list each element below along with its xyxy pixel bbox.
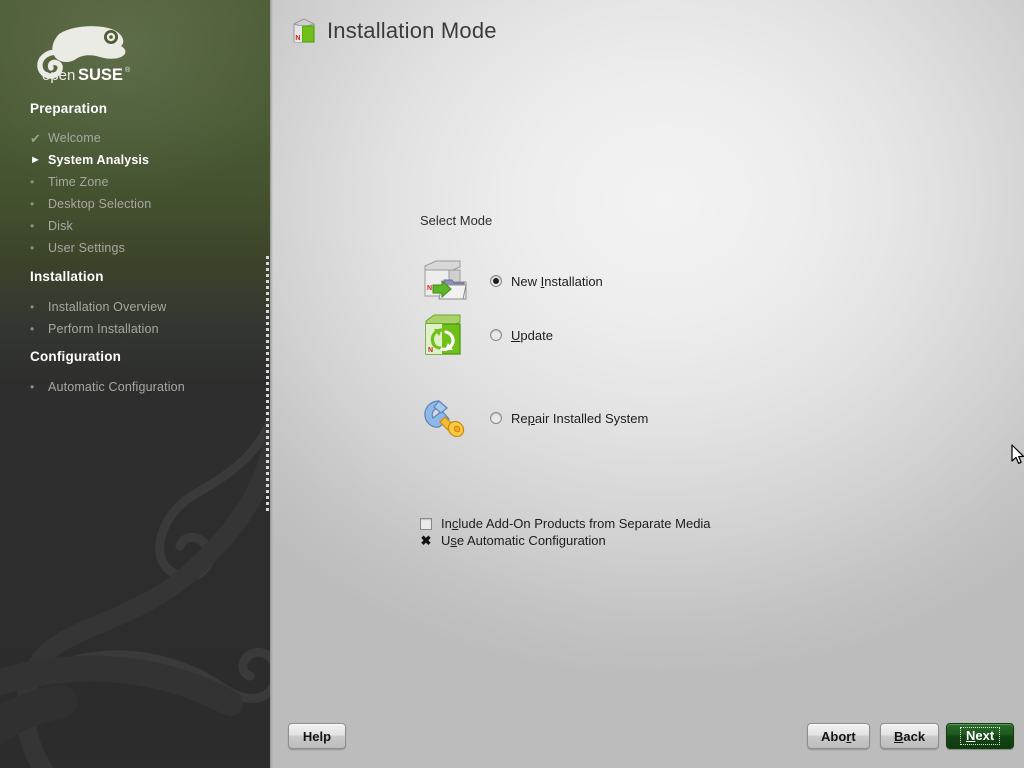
checkbox-use-automatic-configuration[interactable]: ✖ Use Automatic Configuration — [420, 532, 606, 549]
mode-row-repair-installed-system: Repair Installed System — [420, 394, 648, 442]
radio-option-repair-installed-system[interactable]: Repair Installed System — [490, 411, 648, 426]
radio-option-update[interactable]: Update — [490, 328, 553, 343]
select-mode-label: Select Mode — [420, 213, 493, 228]
checkbox-indicator[interactable]: ✖ — [420, 534, 432, 547]
bullet-icon: • — [30, 197, 35, 211]
radio-label-new-installation: New Installation — [511, 273, 603, 289]
sidebar-section-installation: Installation • Installation Overview • P… — [0, 269, 270, 340]
sidebar-item-desktop-selection[interactable]: • Desktop Selection — [0, 193, 270, 215]
installer-sidebar: open SUSE ® Preparation ✔ Welcome ► Syst… — [0, 0, 270, 768]
mode-row-update: N Update — [420, 311, 553, 359]
check-icon: ✔ — [30, 130, 41, 146]
button-bar: Help Abort Back Next — [270, 690, 1024, 768]
checkbox-label-use-automatic-configuration: Use Automatic Configuration — [441, 533, 606, 548]
svg-text:N: N — [428, 347, 433, 354]
new-installation-icon: N — [420, 257, 468, 305]
radio-indicator[interactable] — [490, 329, 502, 341]
bullet-icon: • — [30, 219, 35, 233]
bullet-icon: • — [30, 300, 35, 314]
back-button[interactable]: Back — [880, 723, 940, 749]
back-button-label: Back — [894, 728, 926, 744]
sidebar-section-configuration: Configuration • Automatic Configuration — [0, 349, 270, 398]
sidebar-item-system-analysis[interactable]: ► System Analysis — [0, 149, 270, 171]
help-button[interactable]: Help — [288, 723, 346, 749]
sidebar-item-label: User Settings — [48, 241, 125, 255]
sidebar-item-label: Time Zone — [48, 175, 109, 189]
bullet-icon: • — [30, 380, 35, 394]
sidebar-item-label: Automatic Configuration — [48, 380, 185, 394]
sidebar-item-label: System Analysis — [48, 153, 150, 167]
sidebar-item-time-zone[interactable]: • Time Zone — [0, 171, 270, 193]
sidebar-item-label: Welcome — [48, 131, 101, 145]
opensuse-logo: open SUSE ® — [37, 26, 131, 84]
mode-row-new-installation: N New Installation — [420, 257, 603, 305]
content-area: Select Mode N New Installation N Update … — [270, 0, 1024, 768]
sidebar-item-label: Disk — [48, 219, 73, 233]
help-button-label: Help — [302, 728, 332, 744]
checkbox-indicator[interactable] — [420, 517, 432, 530]
svg-text:N: N — [427, 285, 432, 292]
swirl-watermark — [0, 395, 270, 768]
bullet-icon: • — [30, 175, 35, 189]
sidebar-resize-handle[interactable] — [266, 256, 269, 512]
checkbox-label-include-addon-products: Include Add-On Products from Separate Me… — [441, 516, 711, 531]
sidebar-item-automatic-configuration[interactable]: • Automatic Configuration — [0, 376, 270, 398]
section-title-configuration: Configuration — [30, 349, 122, 364]
bullet-icon: • — [30, 322, 35, 336]
logo-text-open: open — [42, 67, 75, 84]
next-button-label: Next — [960, 727, 1001, 745]
logo-trademark: ® — [125, 66, 131, 74]
section-title-preparation: Preparation — [30, 101, 108, 116]
radio-label-update: Update — [511, 327, 553, 343]
radio-option-new-installation[interactable]: New Installation — [490, 274, 603, 289]
section-title-installation: Installation — [30, 269, 104, 284]
installer-window: open SUSE ® Preparation ✔ Welcome ► Syst… — [0, 0, 1024, 768]
checkbox-include-addon-products[interactable]: Include Add-On Products from Separate Me… — [420, 515, 711, 532]
logo-text-suse: SUSE — [78, 66, 123, 84]
sidebar-item-disk[interactable]: • Disk — [0, 215, 270, 237]
arrow-right-icon: ► — [30, 153, 41, 166]
update-icon: N — [420, 311, 468, 359]
sidebar-item-label: Desktop Selection — [48, 197, 152, 211]
abort-button[interactable]: Abort — [807, 723, 870, 749]
sidebar-item-label: Perform Installation — [48, 322, 159, 336]
radio-label-repair-installed-system: Repair Installed System — [511, 410, 649, 426]
sidebar-item-user-settings[interactable]: • User Settings — [0, 237, 270, 259]
radio-indicator[interactable] — [490, 412, 502, 424]
sidebar-item-installation-overview[interactable]: • Installation Overview — [0, 296, 270, 318]
main-panel: N Installation Mode Select Mode N New In… — [270, 0, 1024, 768]
abort-button-label: Abort — [821, 728, 856, 744]
sidebar-item-perform-installation[interactable]: • Perform Installation — [0, 318, 270, 340]
repair-wrench-icon — [420, 394, 468, 442]
next-button[interactable]: Next — [946, 723, 1015, 749]
sidebar-item-label: Installation Overview — [48, 300, 167, 314]
bullet-icon: • — [30, 241, 35, 255]
sidebar-section-preparation: Preparation ✔ Welcome ► System Analysis … — [0, 101, 270, 259]
sidebar-item-welcome[interactable]: ✔ Welcome — [0, 127, 270, 149]
radio-indicator[interactable] — [490, 275, 502, 287]
